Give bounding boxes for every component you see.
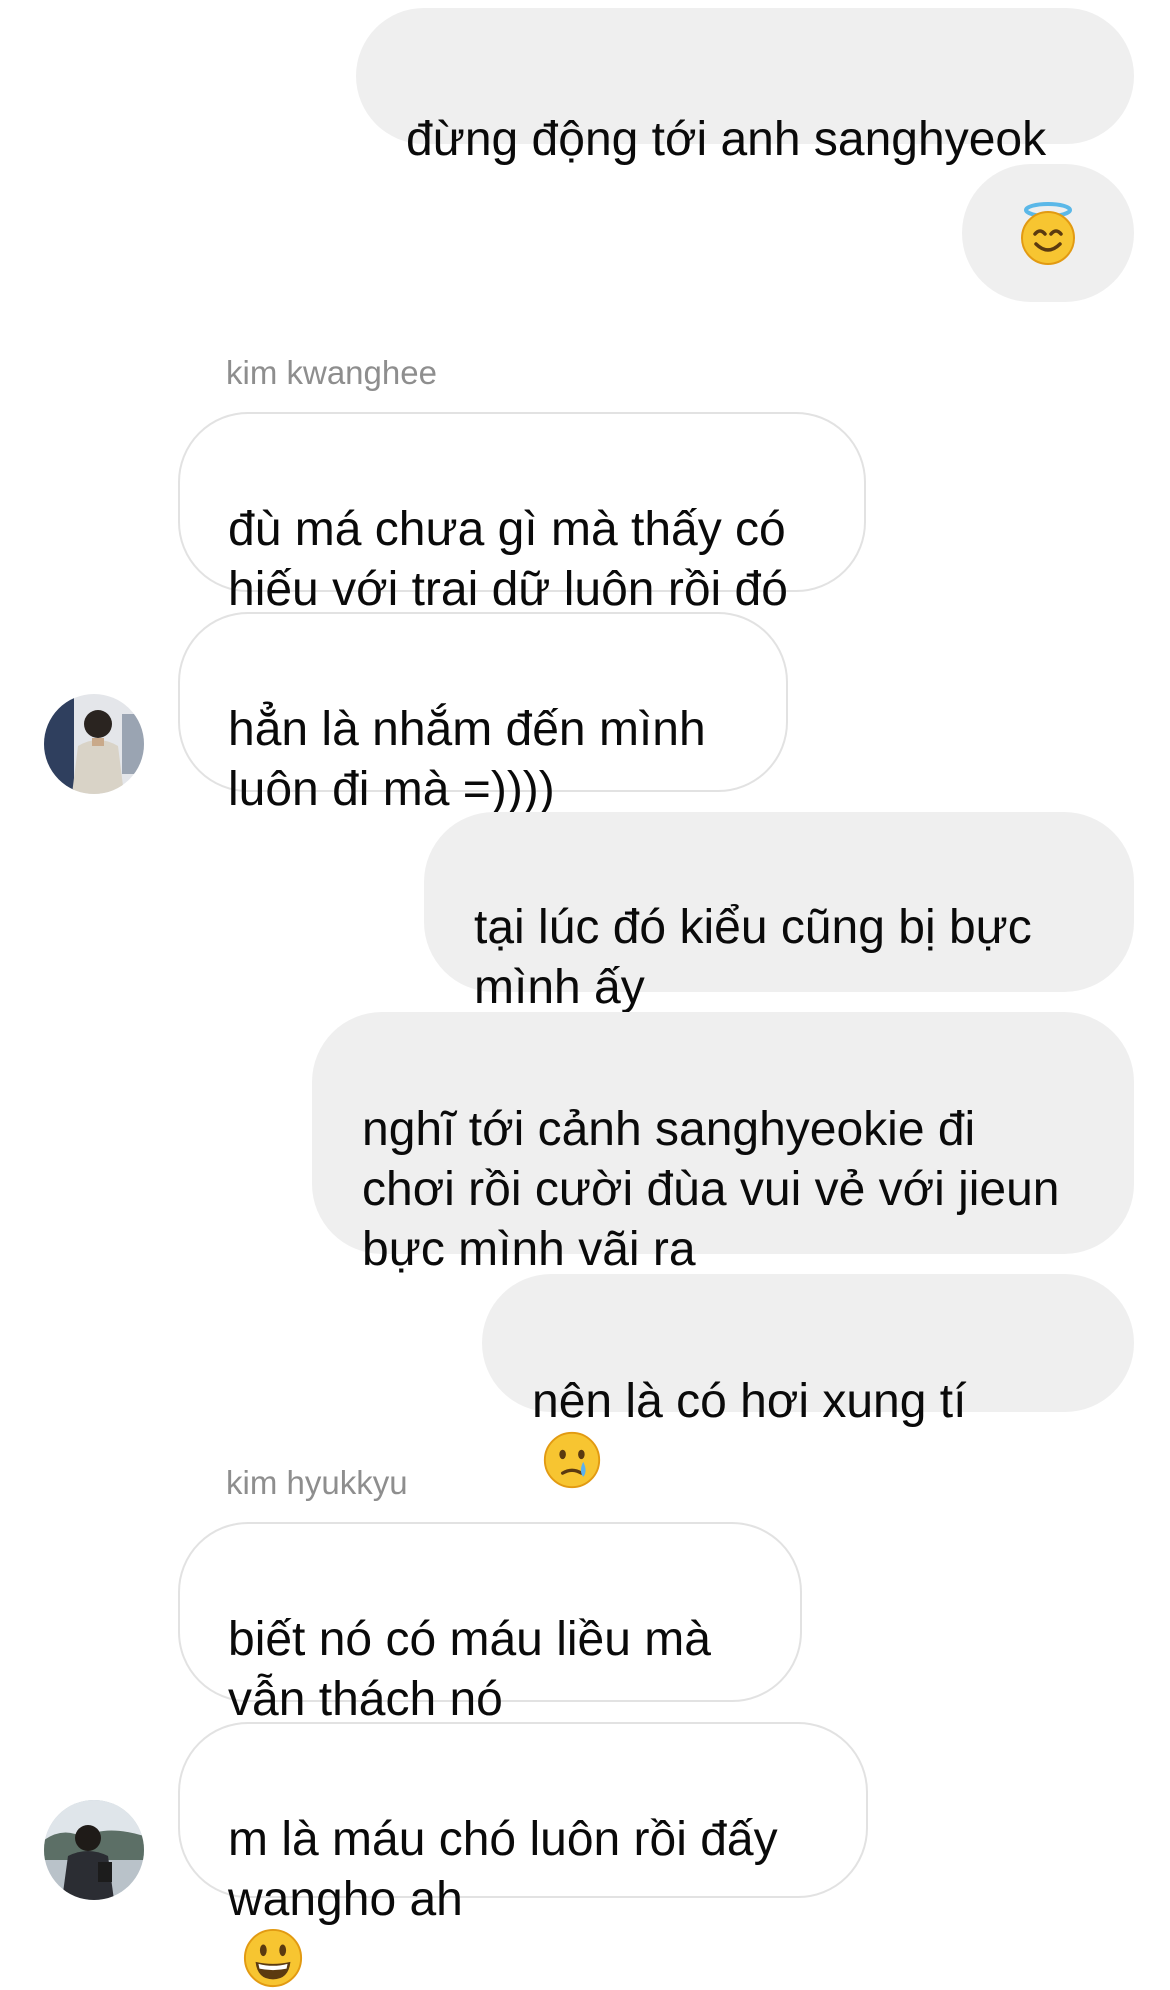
message-bubble-incoming[interactable]: biết nó có máu liều mà vẫn thách nó: [178, 1522, 802, 1726]
message-text: đù má chưa gì mà thấy có hiếu với trai d…: [228, 503, 788, 616]
message-text: tại lúc đó kiểu cũng bị bực mình ấy: [474, 901, 1032, 1014]
avatar[interactable]: [44, 1800, 144, 1900]
message-text: hẳn là nhắm đến mình luôn đi mà =)))): [228, 703, 706, 816]
sender-name: kim hyukkyu: [226, 1464, 408, 1501]
message-text: biết nó có máu liều mà vẫn thách nó: [228, 1613, 711, 1726]
grinning-face-icon: [243, 1929, 303, 1988]
message-bubble-incoming[interactable]: hẳn là nhắm đến mình luôn đi mà =)))): [178, 612, 788, 816]
avatar[interactable]: [44, 694, 144, 794]
message-text: nên là có hơi xung tí: [532, 1375, 967, 1428]
message-bubble-incoming[interactable]: m là máu chó luôn rồi đấy wangho ah: [178, 1722, 868, 1988]
message-text: nghĩ tới cảnh sanghyeokie đi chơi rồi cư…: [362, 1103, 1060, 1276]
message-bubble-outgoing[interactable]: nghĩ tới cảnh sanghyeokie đi chơi rồi cư…: [312, 1012, 1134, 1276]
smiling-face-with-halo-icon: [1021, 202, 1075, 265]
message-bubble-outgoing[interactable]: nên là có hơi xung tí: [482, 1274, 1134, 1489]
sender-name: kim kwanghee: [226, 354, 437, 391]
avatar-photo: [44, 694, 144, 794]
message-text: đừng động tới anh sanghyeok: [406, 113, 1047, 166]
message-bubble-outgoing[interactable]: [962, 164, 1134, 302]
message-bubble-outgoing[interactable]: đừng động tới anh sanghyeok: [356, 8, 1134, 166]
message-text: m là máu chó luôn rồi đấy wangho ah: [228, 1813, 778, 1926]
message-bubble-incoming[interactable]: đù má chưa gì mà thấy có hiếu với trai d…: [178, 412, 866, 616]
avatar-photo: [44, 1800, 144, 1900]
message-bubble-outgoing[interactable]: tại lúc đó kiểu cũng bị bực mình ấy: [424, 812, 1134, 1014]
crying-face-icon: [543, 1432, 601, 1489]
